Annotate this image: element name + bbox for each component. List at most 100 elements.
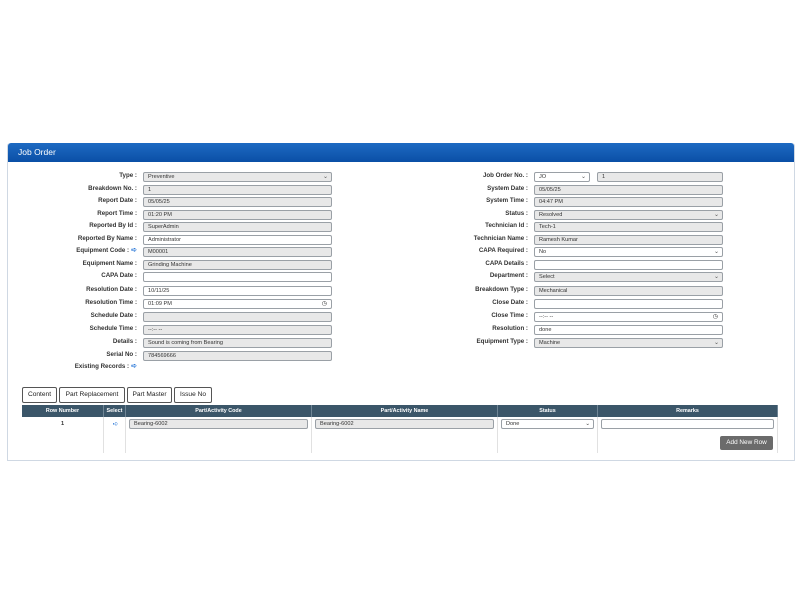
left-field-equipment-code[interactable]: M00001 bbox=[143, 247, 332, 257]
left-label-equipment-code: Equipment Code : ➪ bbox=[76, 247, 137, 254]
left-field-reported-by-name[interactable]: Administrator bbox=[143, 235, 332, 245]
right-field-system-date[interactable]: 05/05/25 bbox=[534, 185, 723, 195]
select-cell: ➪ bbox=[103, 417, 126, 431]
part-name-field[interactable]: Bearing-6002 bbox=[315, 419, 494, 429]
col-part-code: Part/Activity Code bbox=[125, 405, 312, 417]
left-field-resolution-date[interactable]: 10/11/25 bbox=[143, 286, 332, 296]
right-field-technician-id[interactable]: Tech-1 bbox=[534, 222, 723, 232]
col-remarks: Remarks bbox=[597, 405, 778, 417]
left-label-resolution-time: Resolution Time : bbox=[85, 299, 137, 306]
tab-content[interactable]: Content bbox=[22, 387, 57, 403]
left-field-type[interactable]: Preventive ⌄ bbox=[143, 172, 332, 182]
right-label-equipment-type: Equipment Type : bbox=[476, 338, 528, 345]
status-select[interactable]: Done ⌄ bbox=[501, 419, 594, 429]
right-field-value: done bbox=[539, 327, 552, 333]
tab-issue-no[interactable]: Issue No bbox=[174, 387, 212, 403]
left-field-report-time[interactable]: 01:20 PM bbox=[143, 210, 332, 220]
left-label-report-date: Report Date : bbox=[98, 197, 137, 204]
left-field-schedule-date[interactable] bbox=[143, 312, 332, 322]
left-field-value: 01:09 PM bbox=[148, 301, 172, 307]
chevron-down-icon: ⌄ bbox=[713, 249, 719, 255]
left-field-equipment-name[interactable]: Grinding Machine bbox=[143, 260, 332, 270]
left-field-value: 05/05/25 bbox=[148, 199, 170, 205]
remarks-field[interactable] bbox=[601, 419, 774, 429]
right-field-department[interactable]: Select ⌄ bbox=[534, 272, 723, 282]
tab-part-master[interactable]: Part Master bbox=[127, 387, 172, 403]
right-label-job-order-no: Job Order No. : bbox=[482, 172, 528, 179]
right-field-value: Resolved bbox=[539, 212, 563, 218]
chevron-down-icon: ⌄ bbox=[713, 340, 719, 346]
left-label-capa-date: CAPA Date : bbox=[101, 272, 137, 279]
left-field-report-date[interactable]: 05/05/25 bbox=[143, 197, 332, 207]
right-field-value: Mechanical bbox=[539, 288, 568, 294]
right-field-value: 04:47 PM bbox=[539, 199, 563, 205]
right-field-value: Ramesh Kumar bbox=[539, 237, 578, 243]
lookup-arrow-icon[interactable]: ➪ bbox=[131, 247, 137, 254]
left-label-type: Type : bbox=[119, 172, 137, 179]
col-status: Status bbox=[497, 405, 598, 417]
table-row-empty bbox=[22, 431, 778, 453]
clock-icon[interactable]: ◷ bbox=[322, 300, 327, 308]
add-new-row-button[interactable]: Add New Row bbox=[720, 436, 773, 450]
left-field-capa-date[interactable] bbox=[143, 272, 332, 282]
part-name-cell: Bearing-6002 bbox=[311, 417, 498, 431]
right-field-breakdown-type[interactable]: Mechanical bbox=[534, 286, 723, 296]
col-select: Select bbox=[103, 405, 126, 417]
part-code-field[interactable]: Bearing-6002 bbox=[129, 419, 308, 429]
right-field-value: No bbox=[539, 249, 547, 255]
right-field-close-time[interactable]: --:-- -- ◷ bbox=[534, 312, 723, 322]
left-label-equipment-name: Equipment Name : bbox=[82, 260, 137, 267]
left-field-value: Administrator bbox=[148, 237, 181, 243]
left-field-breakdown-no[interactable]: 1 bbox=[143, 185, 332, 195]
table-row: 1 ➪ Bearing-6002 Bearing-6002 Done ⌄ bbox=[22, 417, 778, 431]
left-label-reported-by-id: Reported By Id : bbox=[89, 222, 137, 229]
remarks-cell bbox=[597, 417, 778, 431]
lookup-arrow-icon[interactable]: ➪ bbox=[131, 363, 137, 370]
left-field-reported-by-id[interactable]: SuperAdmin bbox=[143, 222, 332, 232]
col-part-name: Part/Activity Name bbox=[311, 405, 498, 417]
right-field-status[interactable]: Resolved ⌄ bbox=[534, 210, 723, 220]
right-label-resolution: Resolution : bbox=[492, 325, 528, 332]
right-label-technician-name: Technician Name : bbox=[473, 235, 528, 242]
panel-title: Job Order bbox=[8, 143, 794, 162]
part-code-cell: Bearing-6002 bbox=[125, 417, 312, 431]
right-label-capa-details: CAPA Details : bbox=[485, 260, 528, 267]
right-field-capa-required[interactable]: No ⌄ bbox=[534, 247, 723, 257]
left-field-schedule-time[interactable]: --:-- -- bbox=[143, 325, 332, 335]
tab-part-replacement[interactable]: Part Replacement bbox=[59, 387, 125, 403]
right-label-close-time: Close Time : bbox=[491, 312, 528, 319]
row-number-cell: 1 bbox=[22, 417, 104, 431]
left-field-value: 1 bbox=[148, 187, 152, 193]
right-field-equipment-type[interactable]: Machine ⌄ bbox=[534, 338, 723, 348]
left-label-breakdown-no: Breakdown No. : bbox=[88, 185, 137, 192]
left-field-value: M00001 bbox=[148, 249, 169, 255]
right-label-system-date: System Date : bbox=[487, 185, 528, 192]
right-field-technician-name[interactable]: Ramesh Kumar bbox=[534, 235, 723, 245]
chevron-down-icon: ⌄ bbox=[585, 421, 590, 427]
right-field-resolution[interactable]: done bbox=[534, 325, 723, 335]
clock-icon[interactable]: ◷ bbox=[713, 313, 718, 321]
right-label-system-time: System Time : bbox=[486, 197, 528, 204]
left-field-value: --:-- -- bbox=[148, 327, 163, 333]
left-field-serial-no[interactable]: 784569666 bbox=[143, 351, 332, 361]
right-field-capa-details[interactable] bbox=[534, 260, 723, 270]
right-field-value: Tech-1 bbox=[539, 224, 556, 230]
left-label-reported-by-name: Reported By Name : bbox=[77, 235, 137, 242]
job-order-prefix-select[interactable]: JO ⌄ bbox=[534, 172, 590, 182]
job-order-number-field[interactable]: 1 bbox=[597, 172, 723, 182]
left-field-details[interactable]: Sound is coming from Bearing bbox=[143, 338, 332, 348]
left-label-report-time: Report Time : bbox=[97, 210, 137, 217]
right-label-technician-id: Technician Id : bbox=[485, 222, 528, 229]
chevron-down-icon: ⌄ bbox=[322, 174, 328, 180]
right-field-value: --:-- -- bbox=[539, 314, 554, 320]
left-field-resolution-time[interactable]: 01:09 PM ◷ bbox=[143, 299, 332, 309]
chevron-down-icon: ⌄ bbox=[713, 212, 719, 218]
right-field-system-time[interactable]: 04:47 PM bbox=[534, 197, 723, 207]
select-arrow-icon[interactable]: ➪ bbox=[113, 421, 119, 428]
job-order-prefix-value: JO bbox=[539, 174, 547, 180]
right-field-close-date[interactable] bbox=[534, 299, 723, 309]
right-label-capa-required: CAPA Required : bbox=[478, 247, 528, 254]
table-header-row: Row Number Select Part/Activity Code Par… bbox=[22, 405, 778, 417]
left-label-resolution-date: Resolution Date : bbox=[86, 286, 137, 293]
status-cell: Done ⌄ bbox=[497, 417, 598, 431]
